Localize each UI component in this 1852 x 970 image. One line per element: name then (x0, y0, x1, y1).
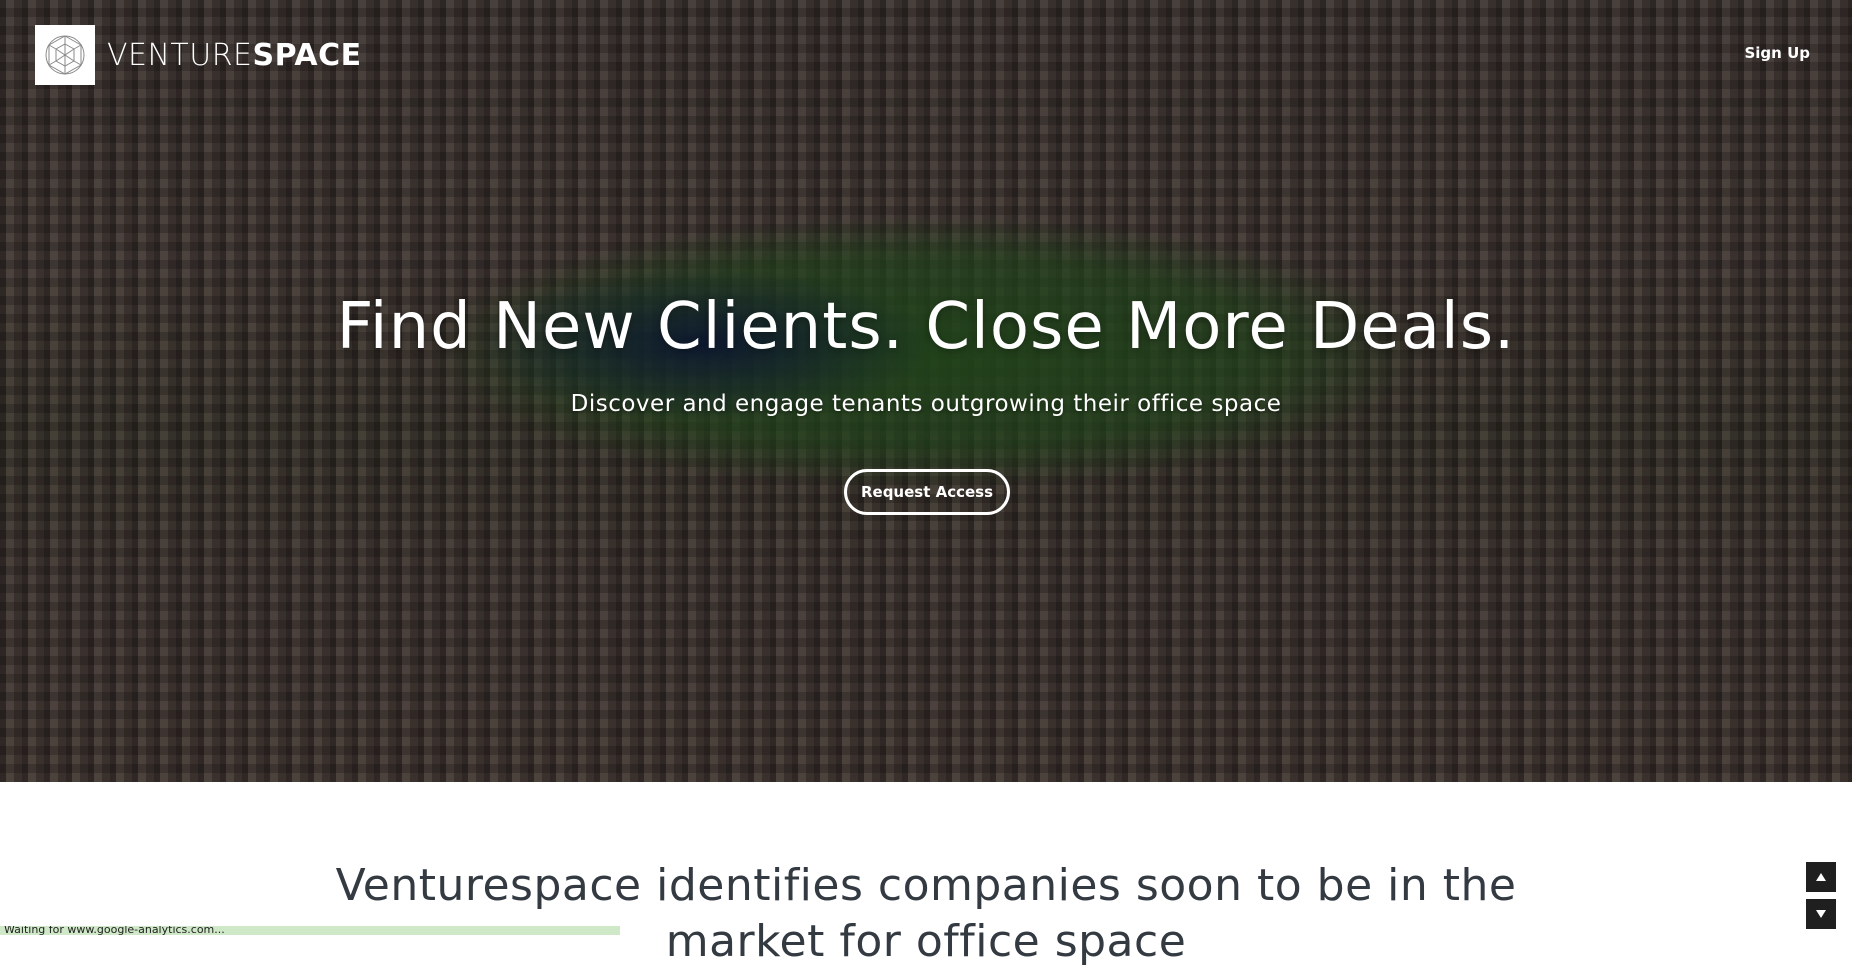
logo-text-light: VENTURE (107, 37, 253, 73)
hero-subtitle: Discover and engage tenants outgrowing t… (570, 391, 1282, 417)
browser-status-bar: Waiting for www.google-analytics.com... (0, 926, 620, 935)
scroll-up-button[interactable] (1806, 862, 1836, 892)
hero-title: Find New Clients. Close More Deals. (336, 290, 1516, 364)
triangle-up-icon (1816, 873, 1826, 881)
triangle-down-icon (1816, 910, 1826, 918)
request-access-button[interactable]: Request Access (844, 469, 1010, 515)
signup-link[interactable]: Sign Up (1744, 44, 1810, 62)
section-heading-line-1: Venturespace identifies companies soon t… (335, 860, 1517, 911)
geodesic-sphere-icon (35, 25, 95, 85)
section-heading: Venturespace identifies companies soon t… (0, 858, 1852, 970)
site-logo[interactable]: VENTURESPACE (35, 25, 362, 85)
hero-section: VENTURESPACE Sign Up Find New Clients. C… (0, 0, 1852, 782)
status-text: Waiting for www.google-analytics.com... (4, 926, 225, 935)
logo-text-bold: SPACE (252, 37, 362, 73)
scroll-down-button[interactable] (1806, 899, 1836, 929)
logo-wordmark: VENTURESPACE (107, 38, 362, 73)
section-heading-line-2: market for office space (665, 916, 1187, 967)
